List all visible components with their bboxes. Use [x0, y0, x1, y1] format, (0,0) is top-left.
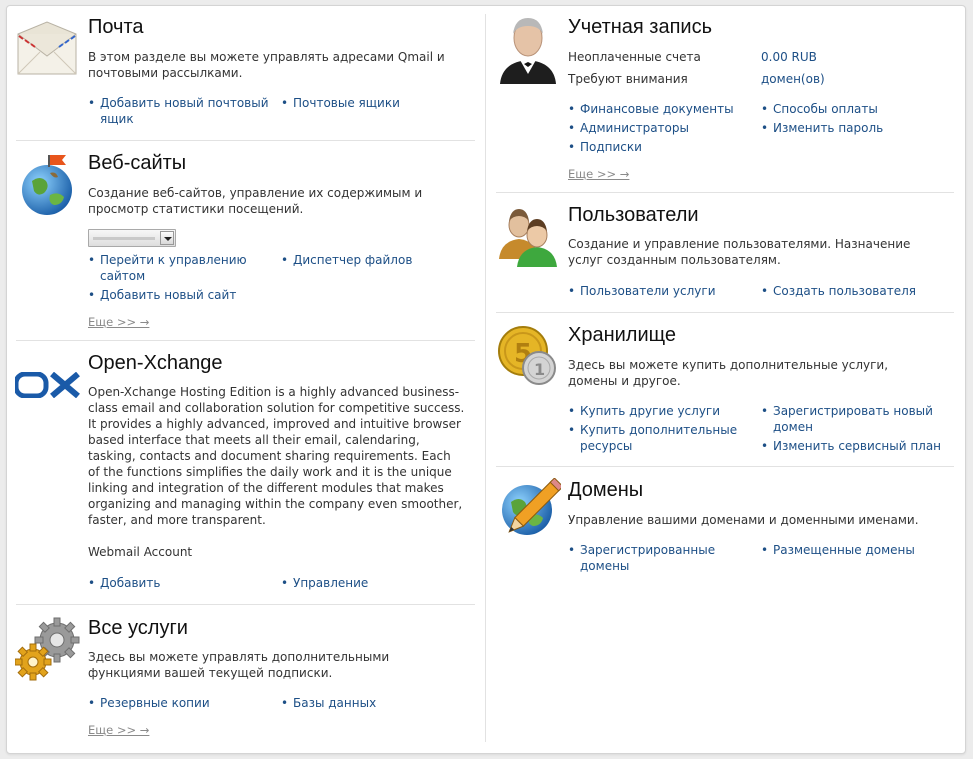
section-separator [16, 140, 475, 141]
financial-docs-link[interactable]: • Финансовые документы [568, 101, 760, 117]
chevron-down-icon[interactable] [160, 231, 174, 245]
ox-webmail-subtitle: Webmail Account [88, 545, 193, 559]
users-title: Пользователи [568, 204, 699, 226]
hosted-domains-link[interactable]: • Размещенные домены [761, 542, 943, 558]
section-separator [496, 192, 954, 193]
domains-title: Домены [568, 479, 644, 501]
buy-resources-link[interactable]: • Купить дополнительные ресурсы [568, 422, 750, 454]
websites-description: Создание веб-сайтов, управление их содер… [88, 186, 423, 216]
manage-site-link[interactable]: • Перейти к управлению сайтом [88, 252, 270, 284]
subscriptions-link[interactable]: • Подписки [568, 139, 760, 155]
user-tuxedo-icon [498, 14, 558, 88]
users-description: Создание и управление пользователями. На… [568, 237, 911, 267]
envelope-icon [16, 20, 78, 80]
service-users-link[interactable]: • Пользователи услуги [568, 283, 760, 299]
change-plan-link[interactable]: • Изменить сервисный план [761, 438, 948, 454]
services-description: Здесь вы можете управлять дополнительным… [88, 650, 390, 680]
globe-pencil-icon [497, 477, 564, 548]
mail-title: Почта [88, 16, 144, 38]
services-more-link[interactable]: Еще >> → [88, 723, 149, 737]
backups-link[interactable]: • Резервные копии [88, 695, 270, 711]
gears-icon [14, 616, 81, 686]
users-group-icon [497, 205, 561, 273]
websites-more-link[interactable]: Еще >> → [88, 315, 149, 329]
change-password-link[interactable]: • Изменить пароль [761, 120, 943, 136]
section-separator [16, 340, 475, 341]
ox-manage-link[interactable]: • Управление [281, 575, 463, 591]
attention-domains-link[interactable]: домен(ов) [761, 72, 825, 86]
mailboxes-link[interactable]: • Почтовые ящики [281, 95, 463, 111]
ox-title: Open-Xchange [88, 352, 223, 374]
storage-title: Хранилище [568, 324, 676, 346]
account-title: Учетная запись [568, 16, 713, 38]
domains-description: Управление вашими доменами и доменными и… [568, 513, 919, 527]
add-mailbox-link[interactable]: • Добавить новый почтовый ящик [88, 95, 270, 127]
payment-methods-link[interactable]: • Способы оплаты [761, 101, 943, 117]
svg-text:1: 1 [534, 360, 545, 379]
services-title: Все услуги [88, 617, 188, 639]
attention-label: Требуют внимания [568, 72, 688, 86]
ox-add-link[interactable]: • Добавить [88, 575, 270, 591]
file-manager-link[interactable]: • Диспетчер файлов [281, 252, 463, 268]
add-site-link[interactable]: • Добавить новый сайт [88, 287, 300, 303]
column-divider [485, 14, 486, 742]
coins-icon: 5 1 [498, 324, 558, 390]
register-domain-link[interactable]: • Зарегистрировать новый домен [761, 403, 943, 435]
section-separator [496, 466, 954, 467]
section-separator [16, 604, 475, 605]
ox-logo [13, 371, 81, 402]
administrators-link[interactable]: • Администраторы [568, 120, 760, 136]
ox-description: Open-Xchange Hosting Edition is a highly… [88, 385, 465, 527]
account-more-link[interactable]: Еще >> → [568, 167, 629, 181]
unpaid-invoices-label: Неоплаченные счета [568, 50, 701, 64]
websites-title: Веб-сайты [88, 152, 187, 174]
buy-services-link[interactable]: • Купить другие услуги [568, 403, 760, 419]
registered-domains-link[interactable]: • Зарегистрированные домены [568, 542, 750, 574]
unpaid-invoices-value[interactable]: 0.00 RUB [761, 50, 817, 64]
section-separator [496, 312, 954, 313]
globe-flag-icon [20, 153, 78, 221]
mail-description: В этом разделе вы можете управлять адрес… [88, 50, 445, 80]
website-select[interactable] [88, 229, 176, 247]
create-user-link[interactable]: • Создать пользователя [761, 283, 943, 299]
databases-link[interactable]: • Базы данных [281, 695, 463, 711]
storage-description: Здесь вы можете купить дополнительные ус… [568, 358, 889, 388]
